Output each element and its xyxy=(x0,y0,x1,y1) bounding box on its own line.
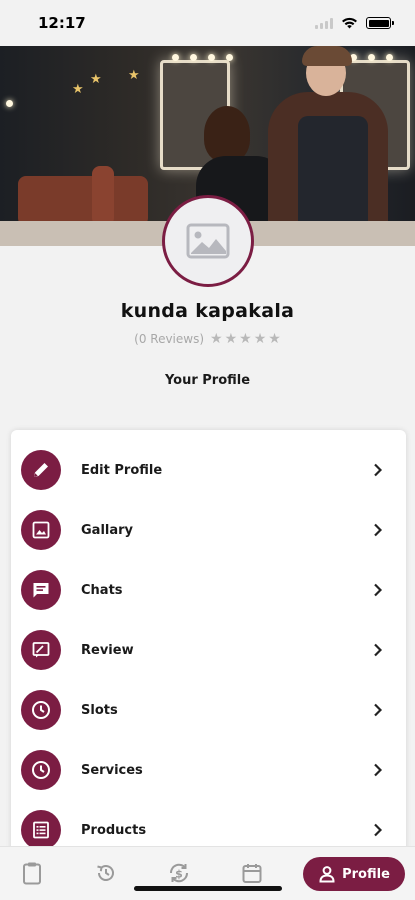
avatar[interactable] xyxy=(162,195,254,287)
reviews-count: (0 Reviews) xyxy=(134,332,205,346)
menu-item-slots[interactable]: Slots xyxy=(11,682,406,738)
rating-row[interactable]: (0 Reviews) ★ ★ ★ ★ ★ xyxy=(0,332,415,346)
history-icon xyxy=(97,865,114,881)
bottom-nav: $ Profile xyxy=(0,846,415,900)
menu-item-gallary[interactable]: Gallary xyxy=(11,502,406,558)
menu-item-label: Slots xyxy=(81,702,118,718)
section-title: Your Profile xyxy=(164,373,251,388)
menu-item-review[interactable]: Review xyxy=(11,622,406,678)
menu-item-label: Edit Profile xyxy=(81,462,163,478)
nav-profile-button[interactable]: Profile xyxy=(303,857,405,891)
calendar-icon xyxy=(242,864,262,883)
chevron-right-icon xyxy=(364,703,392,717)
status-time: 12:17 xyxy=(38,14,86,32)
chevron-right-icon xyxy=(364,583,392,597)
menu-item-label: Chats xyxy=(81,582,123,598)
signal-icon xyxy=(315,17,333,29)
star-icon: ★ xyxy=(268,331,281,347)
menu-item-label: Products xyxy=(81,822,147,838)
menu-item-label: Review xyxy=(81,642,134,658)
star-icon: ★ xyxy=(253,331,267,347)
menu-item-chats[interactable]: Chats xyxy=(11,562,406,618)
menu-item-label: Services xyxy=(81,762,143,778)
chevron-right-icon xyxy=(364,823,392,837)
star-icon: ★ xyxy=(224,331,238,347)
clock-icon xyxy=(21,750,61,790)
chat-icon xyxy=(21,570,61,610)
star-icon: ★ xyxy=(239,331,252,347)
wifi-icon xyxy=(342,17,357,29)
menu-item-label: Gallary xyxy=(81,522,134,538)
chevron-right-icon xyxy=(364,463,392,477)
dollar-sync-icon: $ xyxy=(169,863,189,883)
nav-clipboard-button[interactable] xyxy=(18,859,46,887)
image-icon xyxy=(21,510,61,550)
status-bar: 12:17 xyxy=(0,0,415,46)
star-icon: ★ xyxy=(210,331,223,347)
nav-profile-label: Profile xyxy=(342,866,390,882)
profile-name: kunda kapakala xyxy=(120,300,295,322)
menu-item-services[interactable]: Services xyxy=(11,742,406,798)
nav-earnings-button[interactable]: $ xyxy=(165,859,193,887)
image-placeholder-icon xyxy=(186,223,230,259)
nav-history-button[interactable] xyxy=(92,859,120,887)
chevron-right-icon xyxy=(364,763,392,777)
user-icon xyxy=(319,866,335,883)
star-rating: ★ ★ ★ ★ ★ xyxy=(210,332,281,346)
review-icon xyxy=(21,630,61,670)
status-icons xyxy=(315,17,394,29)
chevron-right-icon xyxy=(364,643,392,657)
profile-menu: Edit Profile Gallary Chats Review Slots … xyxy=(11,430,406,870)
clipboard-icon xyxy=(23,862,41,885)
clock-icon xyxy=(21,690,61,730)
list-icon xyxy=(21,810,61,850)
nav-calendar-button[interactable] xyxy=(238,859,266,887)
battery-icon xyxy=(366,17,394,29)
pencil-icon xyxy=(21,450,61,490)
svg-text:$: $ xyxy=(175,868,183,881)
home-indicator xyxy=(134,886,282,891)
menu-item-edit-profile[interactable]: Edit Profile xyxy=(11,442,406,498)
chevron-right-icon xyxy=(364,523,392,537)
